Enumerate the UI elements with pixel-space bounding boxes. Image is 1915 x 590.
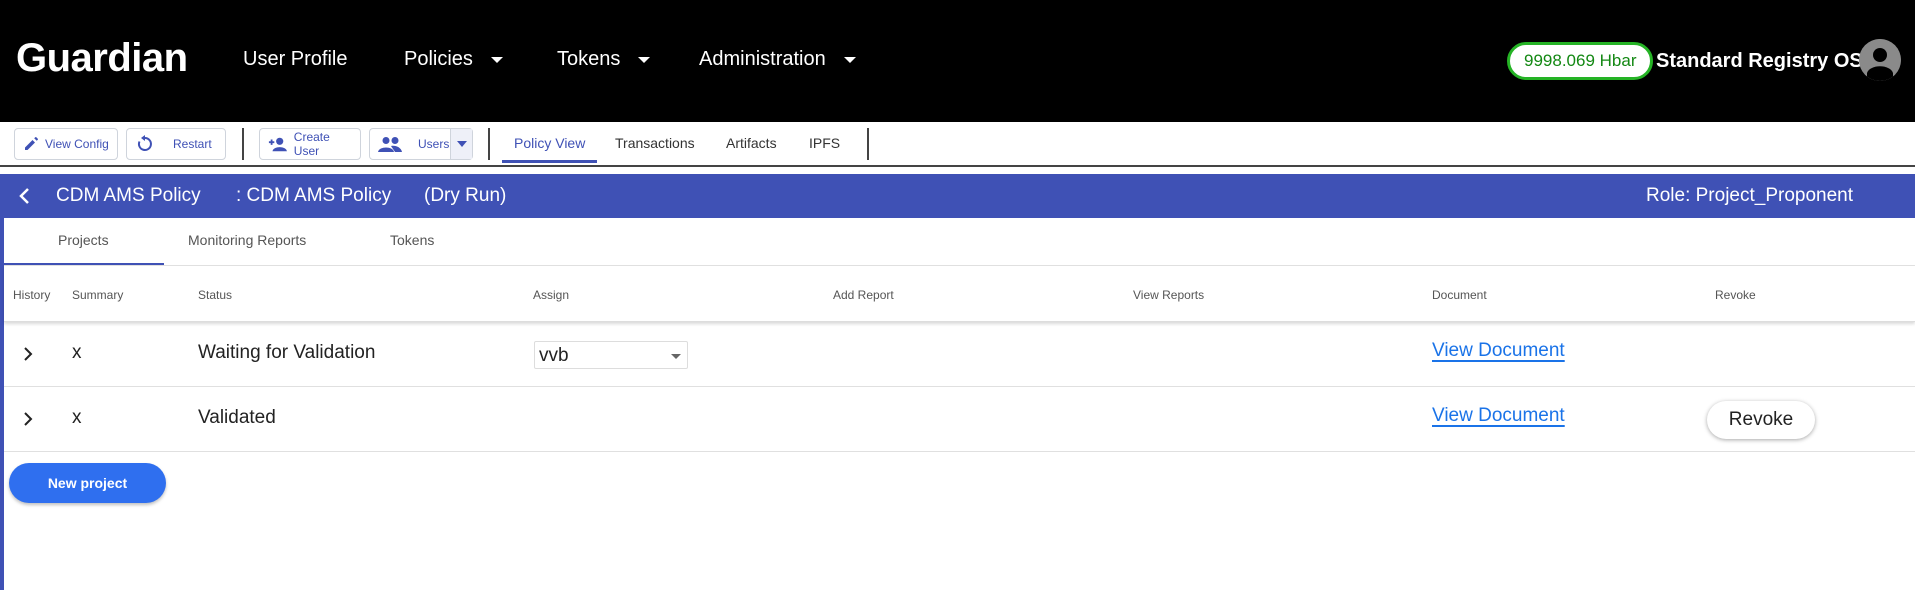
policy-toolbar: View Config Restart Create User Users Po… [0,122,1915,167]
tab-tokens[interactable]: Tokens [390,232,434,248]
nav-policies-label: Policies [404,48,473,70]
caret-down-icon [843,56,856,63]
tab-transactions[interactable]: Transactions [615,135,695,151]
col-revoke: Revoke [1715,288,1756,302]
chevron-right-icon[interactable] [22,411,34,427]
col-history: History [13,288,51,302]
app-logo[interactable]: Guardian [16,36,188,81]
col-summary: Summary [72,288,124,302]
users-button[interactable]: Users [369,128,473,160]
users-label: Users [418,137,450,151]
tab-artifacts[interactable]: Artifacts [726,135,777,151]
inner-tab-indicator [4,263,164,265]
balance-badge: 9998.069 Hbar [1507,42,1654,80]
toolbar-divider [242,128,244,160]
toolbar-divider [488,128,490,160]
policy-role: Role: Project_Proponent [1646,185,1854,206]
create-user-button[interactable]: Create User [259,128,361,160]
restart-icon [137,135,152,151]
caret-down-icon [671,354,681,359]
col-assign: Assign [533,288,570,302]
chevron-right-icon[interactable] [22,346,34,362]
restart-button[interactable]: Restart [126,128,226,160]
col-document: Document [1432,288,1487,302]
caret-down-icon [490,56,503,63]
nav-policies[interactable]: Policies [404,48,503,71]
toolbar-divider [867,128,869,160]
users-dropdown-toggle[interactable] [450,129,472,159]
chevron-left-icon[interactable] [18,187,32,205]
tab-policy-view[interactable]: Policy View [514,135,585,151]
create-user-label: Create User [293,130,330,158]
restart-label: Restart [173,137,212,151]
assign-select[interactable]: vvb [534,341,688,369]
inner-tabs: Projects Monitoring Reports Tokens [4,218,1915,266]
col-add-report: Add Report [833,288,894,302]
caret-down-icon [638,56,651,63]
caret-down-icon [456,141,467,147]
view-document-link[interactable]: View Document [1432,405,1565,427]
tab-ipfs[interactable]: IPFS [809,135,840,151]
policy-header-bar: CDM AMS Policy : CDM AMS Policy (Dry Run… [0,174,1915,218]
account-circle-icon[interactable] [1859,39,1901,81]
view-config-label: View Config [45,137,109,151]
col-status: Status [198,288,233,302]
policy-subtitle: : CDM AMS Policy [236,185,392,206]
nav-user-profile[interactable]: User Profile [243,48,347,71]
tab-projects[interactable]: Projects [58,232,109,248]
summary-cell: x [72,342,82,363]
active-tab-indicator [502,160,597,163]
top-header: Guardian User Profile Policies Tokens Ad… [0,0,1915,122]
person-add-icon [268,137,287,152]
nav-tokens-label: Tokens [557,48,621,70]
summary-cell: x [72,407,82,428]
table-header: History Summary Status Assign Add Report… [4,266,1915,322]
policy-name: CDM AMS Policy [56,185,201,206]
user-name: Standard Registry OS [1656,50,1863,72]
assign-value: vvb [539,345,569,366]
revoke-button[interactable]: Revoke [1707,401,1815,439]
nav-user-profile-label: User Profile [243,48,348,70]
col-view-reports: View Reports [1133,288,1205,302]
view-config-button[interactable]: View Config [14,128,118,160]
status-cell: Validated [198,407,276,428]
tab-monitoring-reports[interactable]: Monitoring Reports [188,232,306,248]
policy-mode: (Dry Run) [424,185,507,206]
new-project-button[interactable]: New project [9,463,166,503]
status-cell: Waiting for Validation [198,342,376,363]
table-row: x Validated View Document Revoke [4,387,1915,452]
view-document-link[interactable]: View Document [1432,340,1565,362]
pencil-icon [25,137,38,150]
nav-administration[interactable]: Administration [699,48,856,71]
table-row: x Waiting for Validation vvb View Docume… [4,322,1915,387]
nav-administration-label: Administration [699,48,826,70]
nav-tokens[interactable]: Tokens [557,48,651,71]
people-icon [378,137,402,152]
